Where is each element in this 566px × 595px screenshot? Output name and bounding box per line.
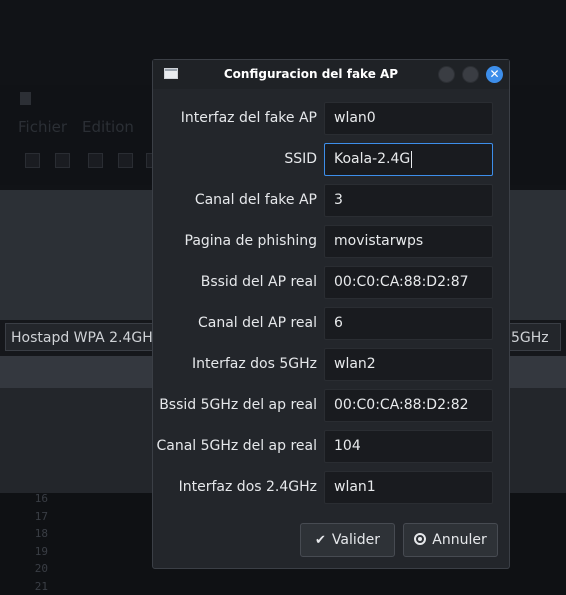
field-row-bssid-ap-real: Bssid del AP real 00:C0:CA:88:D2:87 — [153, 266, 509, 299]
valider-label: Valider — [331, 532, 380, 548]
interfaz-5ghz-input[interactable]: wlan2 — [324, 348, 493, 381]
open-file-icon[interactable] — [55, 153, 70, 168]
line-number: 17 — [34, 509, 48, 523]
line-number: 19 — [34, 544, 48, 558]
interfaz-24ghz-input[interactable]: wlan1 — [324, 471, 493, 504]
field-row-interfaz-5ghz: Interfaz dos 5GHz wlan2 — [153, 348, 509, 381]
close-icon: ✕ — [489, 67, 500, 81]
radio-icon — [414, 533, 427, 545]
field-row-canal-fake-ap: Canal del fake AP 3 — [153, 184, 509, 217]
field-label: Pagina de phishing — [184, 233, 318, 249]
field-row-canal-ap-real: Canal del AP real 6 — [153, 307, 509, 340]
save-icon[interactable] — [88, 153, 103, 168]
fake-ap-config-dialog: Configuracion del fake AP ✕ Interfaz del… — [152, 59, 510, 569]
menu-fichier[interactable]: Fichier — [18, 118, 67, 136]
line-number: 16 — [34, 492, 48, 505]
check-icon: ✔ — [314, 533, 326, 548]
line-number: 18 — [34, 527, 48, 540]
field-label: Canal del fake AP — [194, 192, 317, 208]
new-file-icon[interactable] — [25, 153, 40, 168]
dialog-titlebar[interactable]: Configuracion del fake AP ✕ — [153, 60, 509, 89]
field-label: Bssid 5GHz del ap real — [159, 397, 317, 413]
line-numbers: 16 17 18 19 20 21 — [18, 490, 48, 595]
text-caret — [411, 150, 413, 168]
bssid-5ghz-input[interactable]: 00:C0:CA:88:D2:82 — [324, 389, 493, 422]
pagina-phishing-input[interactable]: movistarwps — [324, 225, 493, 258]
annuler-label: Annuler — [432, 532, 487, 548]
field-row-canal-5ghz: Canal 5GHz del ap real 104 — [153, 430, 509, 463]
field-row-interfaz-fake-ap: Interfaz del fake AP wlan0 — [153, 102, 509, 135]
field-label: Bssid del AP real — [200, 274, 317, 290]
menu-edition[interactable]: Edition — [82, 118, 134, 136]
field-label: Canal 5GHz del ap real — [156, 438, 317, 454]
field-label: Canal del AP real — [198, 315, 317, 331]
field-label: SSID — [284, 151, 317, 167]
ssid-input[interactable]: Koala-2.4G — [324, 143, 493, 176]
close-button[interactable]: ✕ — [486, 66, 503, 83]
canal-ap-real-input[interactable]: 6 — [324, 307, 493, 340]
interfaz-fake-ap-input[interactable]: wlan0 — [324, 102, 493, 135]
tab-hostapd-wpa-24ghz[interactable]: Hostapd WPA 2.4GHz — [5, 323, 160, 351]
field-row-bssid-5ghz: Bssid 5GHz del ap real 00:C0:CA:88:D2:82 — [153, 389, 509, 422]
canal-5ghz-input[interactable]: 104 — [324, 430, 493, 463]
document-icon — [20, 92, 31, 105]
annuler-button[interactable]: Annuler — [403, 523, 498, 557]
valider-button[interactable]: ✔ Valider — [300, 523, 395, 557]
dialog-title: Configuracion del fake AP — [223, 67, 399, 81]
field-label: Interfaz del fake AP — [180, 110, 317, 126]
line-number: 21 — [34, 579, 48, 593]
line-number: 20 — [34, 562, 48, 575]
canal-fake-ap-input[interactable]: 3 — [324, 184, 493, 217]
field-label: Interfaz dos 2.4GHz — [178, 479, 317, 495]
field-row-ssid: SSID Koala-2.4G — [153, 143, 509, 176]
ssid-value: Koala-2.4G — [334, 151, 411, 167]
tab-5ghz-label: 5GHz — [511, 330, 549, 346]
tab-5ghz[interactable]: 5GHz — [505, 323, 561, 351]
maximize-button[interactable] — [462, 66, 479, 83]
minimize-button[interactable] — [438, 66, 455, 83]
field-label: Interfaz dos 5GHz — [192, 356, 317, 372]
save-as-icon[interactable] — [118, 153, 133, 168]
field-row-pagina-phishing: Pagina de phishing movistarwps — [153, 225, 509, 258]
field-row-interfaz-24ghz: Interfaz dos 2.4GHz wlan1 — [153, 471, 509, 504]
bssid-ap-real-input[interactable]: 00:C0:CA:88:D2:87 — [324, 266, 493, 299]
